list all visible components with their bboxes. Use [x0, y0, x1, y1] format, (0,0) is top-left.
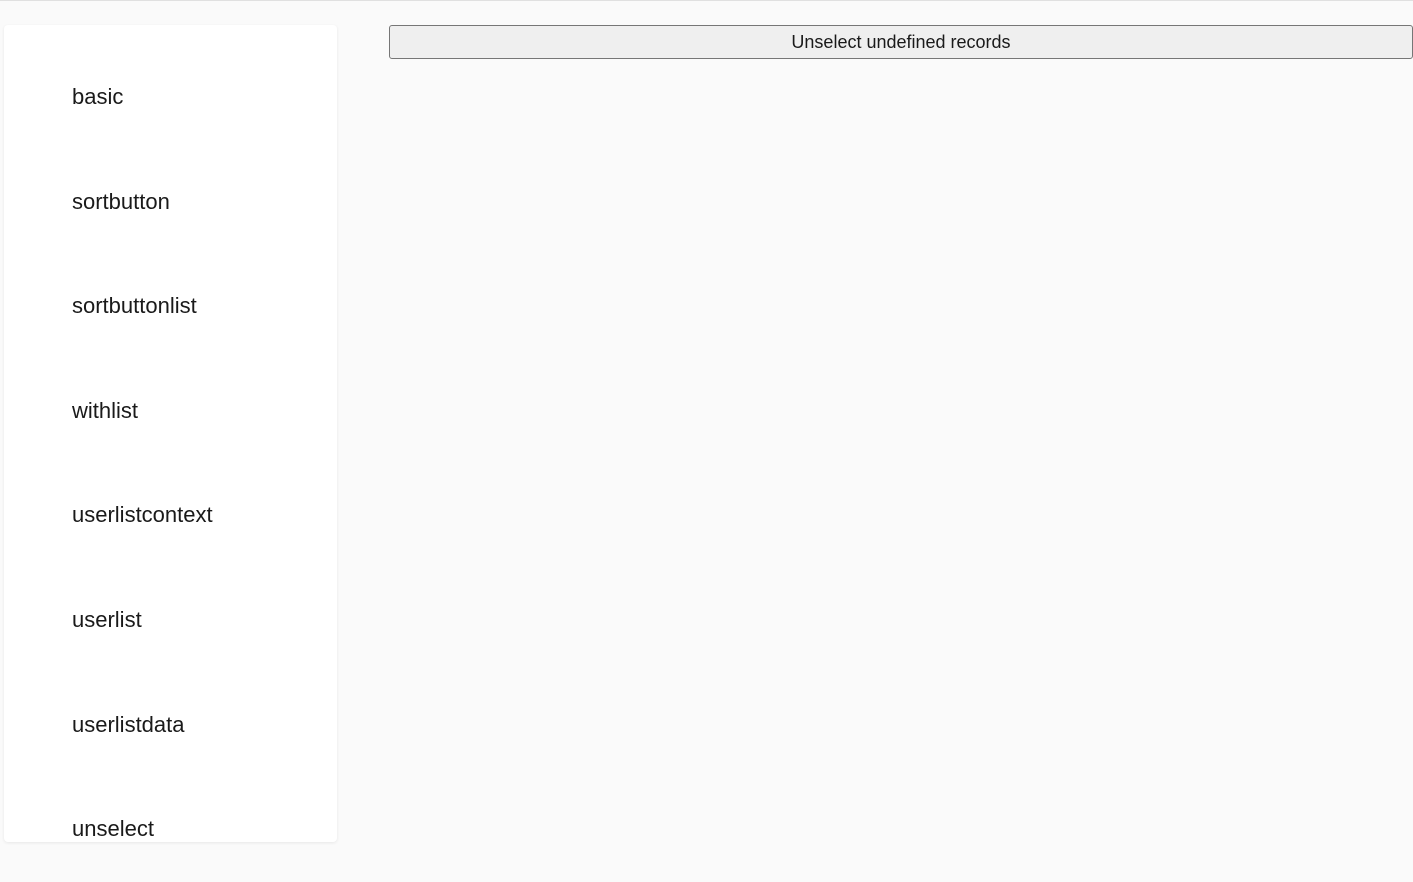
- sidebar-item-label: basic: [72, 84, 123, 109]
- sidebar-item-label: unselect: [72, 816, 154, 841]
- sidebar-item-label: sortbuttonlist: [72, 293, 197, 318]
- sidebar-item-basic[interactable]: basic: [4, 45, 337, 150]
- sidebar-item-sortbutton[interactable]: sortbutton: [4, 150, 337, 255]
- sidebar-item-label: withlist: [72, 398, 138, 423]
- sidebar-item-label: userlistdata: [72, 712, 185, 737]
- sidebar-item-label: userlist: [72, 607, 142, 632]
- sidebar-item-unselect[interactable]: unselect: [4, 777, 337, 882]
- sidebar-item-sortbuttonlist[interactable]: sortbuttonlist: [4, 254, 337, 359]
- unselect-button[interactable]: Unselect undefined records: [389, 25, 1413, 59]
- sidebar-item-label: userlistcontext: [72, 502, 213, 527]
- main-content: Unselect undefined records: [337, 1, 1413, 842]
- sidebar-item-userlistdata[interactable]: userlistdata: [4, 673, 337, 778]
- sidebar-item-userlist[interactable]: userlist: [4, 568, 337, 673]
- sidebar-item-label: sortbutton: [72, 189, 170, 214]
- sidebar-item-userlistcontext[interactable]: userlistcontext: [4, 463, 337, 568]
- sidebar-item-withlist[interactable]: withlist: [4, 359, 337, 464]
- sidebar: basic sortbutton sortbuttonlist withlist…: [4, 25, 337, 842]
- app-container: basic sortbutton sortbuttonlist withlist…: [0, 1, 1413, 842]
